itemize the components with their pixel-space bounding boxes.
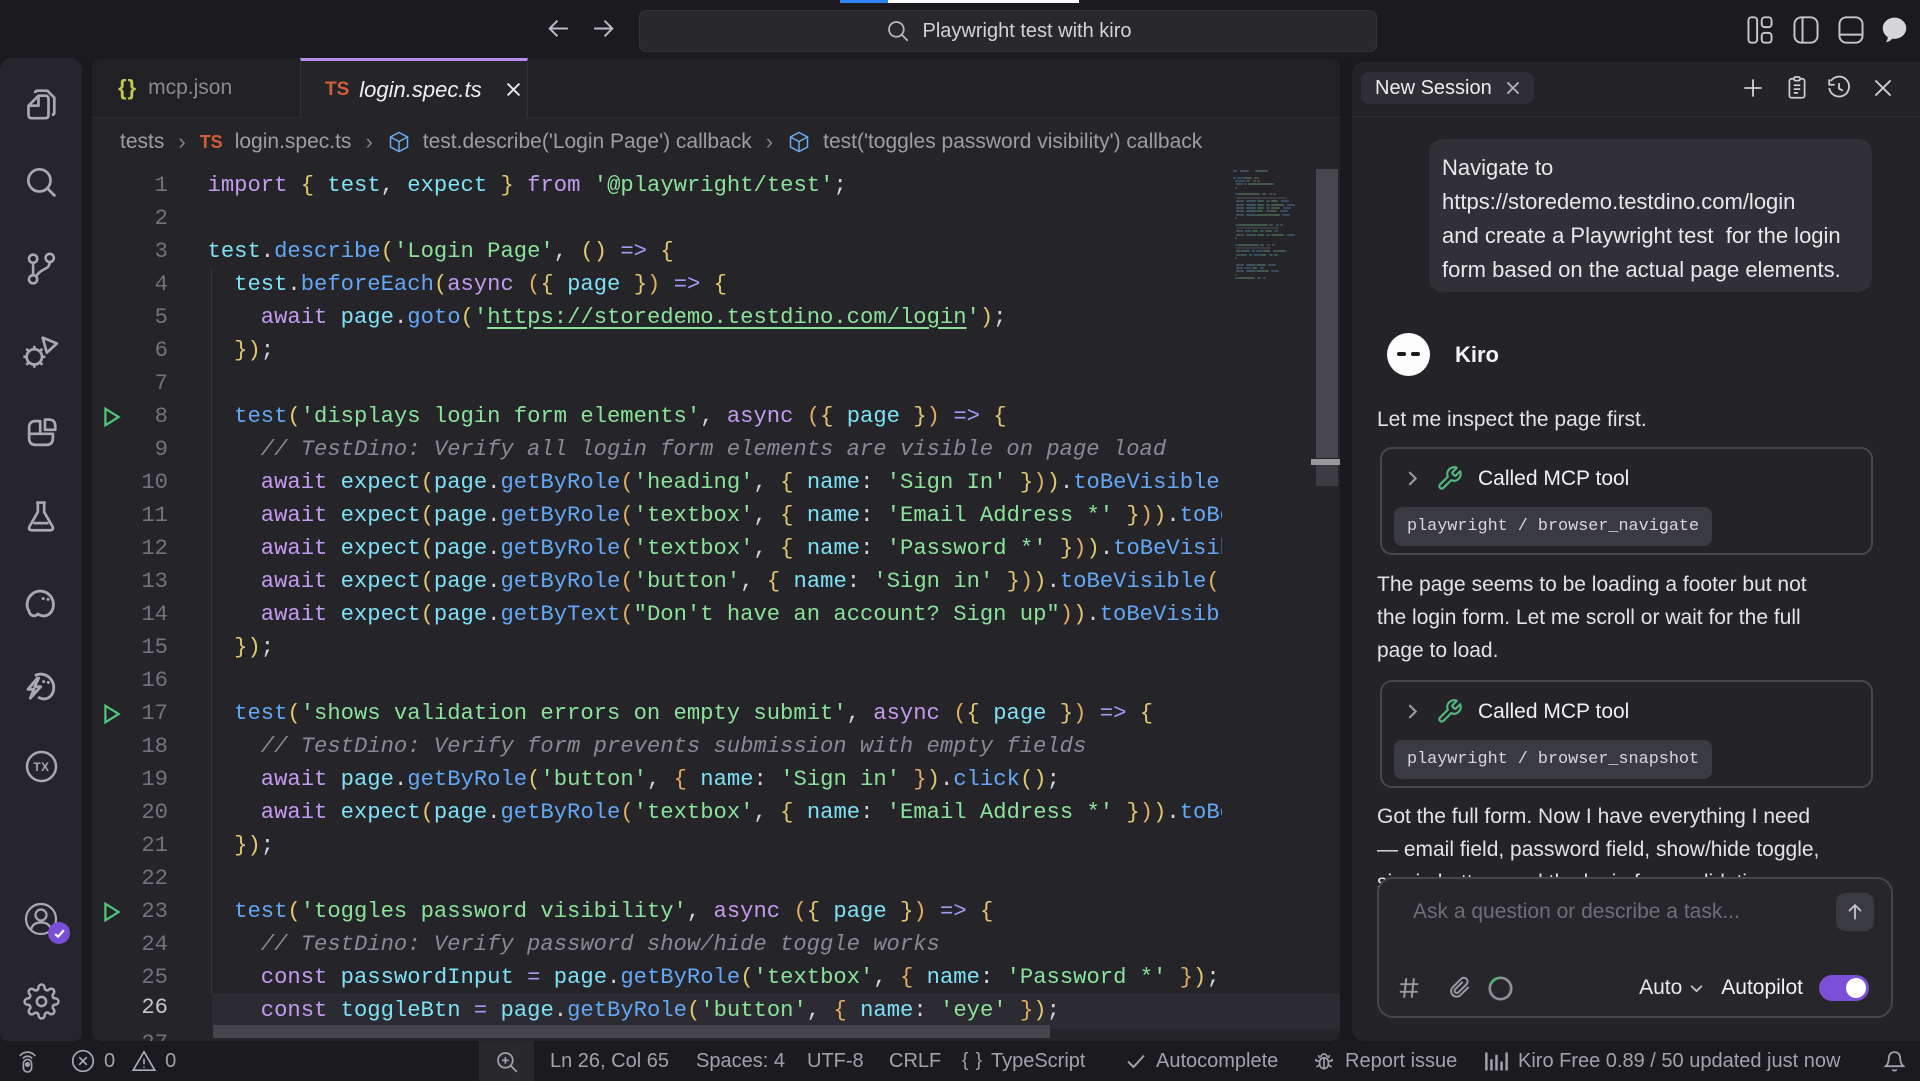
svg-text:TX: TX xyxy=(34,761,50,774)
